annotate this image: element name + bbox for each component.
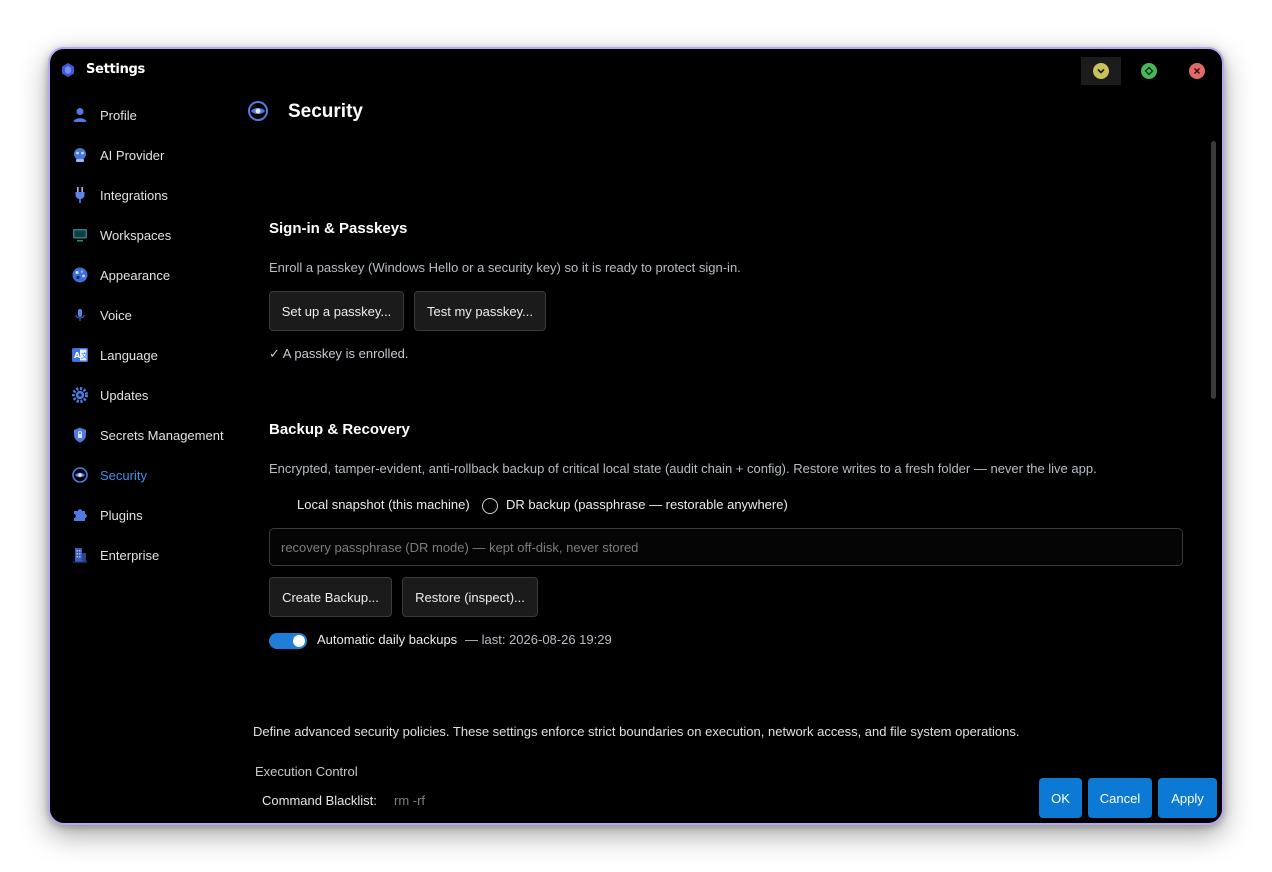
settings-window: Settings Profile AI Provider Integration… xyxy=(48,47,1224,825)
sidebar-item-security[interactable]: Security xyxy=(60,455,240,495)
ok-button[interactable]: OK xyxy=(1039,778,1082,818)
sidebar-item-voice[interactable]: Voice xyxy=(60,295,240,335)
page-title: Security xyxy=(288,101,363,122)
command-blacklist-label: Command Blacklist: xyxy=(262,793,377,808)
auto-backup-toggle[interactable] xyxy=(269,633,307,649)
test-passkey-button[interactable]: Test my passkey... xyxy=(414,291,546,331)
apply-button[interactable]: Apply xyxy=(1158,778,1217,818)
security-icon xyxy=(70,465,90,485)
sidebar-item-integrations[interactable]: Integrations xyxy=(60,175,240,215)
content-area: Security Sign-in & Passkeys Enroll a pas… xyxy=(246,95,1206,815)
backup-description: Encrypted, tamper-evident, anti-rollback… xyxy=(269,461,1097,476)
content-scrollbar[interactable] xyxy=(1211,141,1216,399)
sidebar-item-profile[interactable]: Profile xyxy=(60,95,240,135)
backup-section-title: Backup & Recovery xyxy=(269,421,410,438)
sidebar-item-secrets-management[interactable]: Secrets Management xyxy=(60,415,240,455)
app-logo-icon xyxy=(62,63,74,77)
close-button[interactable] xyxy=(1177,57,1217,85)
passkey-status: ✓ A passkey is enrolled. xyxy=(269,346,409,361)
maximize-button[interactable] xyxy=(1129,57,1169,85)
microphone-icon xyxy=(70,305,90,325)
command-blacklist-value[interactable]: rm -rf xyxy=(394,793,425,808)
last-backup-timestamp: — last: 2026-08-26 19:29 xyxy=(465,632,612,647)
execution-control-title: Execution Control xyxy=(255,764,358,779)
signin-description: Enroll a passkey (Windows Hello or a sec… xyxy=(269,260,741,275)
monitor-icon xyxy=(70,225,90,245)
gear-icon xyxy=(70,385,90,405)
window-title: Settings xyxy=(86,62,145,77)
translate-icon: A文 xyxy=(70,345,90,365)
minimize-button[interactable] xyxy=(1081,57,1121,85)
diamond-icon xyxy=(1141,63,1157,79)
sidebar-item-plugins[interactable]: Plugins xyxy=(60,495,240,535)
building-icon xyxy=(70,545,90,565)
dr-backup-radio[interactable] xyxy=(482,498,498,514)
policies-description: Define advanced security policies. These… xyxy=(253,724,1020,739)
security-icon xyxy=(248,101,268,121)
plug-icon xyxy=(70,185,90,205)
local-snapshot-option[interactable]: Local snapshot (this machine) xyxy=(297,497,470,512)
create-backup-button[interactable]: Create Backup... xyxy=(269,577,392,617)
sidebar-item-workspaces[interactable]: Workspaces xyxy=(60,215,240,255)
restore-inspect-button[interactable]: Restore (inspect)... xyxy=(402,577,538,617)
sidebar-item-language[interactable]: A文 Language xyxy=(60,335,240,375)
user-icon xyxy=(70,105,90,125)
sidebar-item-ai-provider[interactable]: AI Provider xyxy=(60,135,240,175)
svg-text:文: 文 xyxy=(81,351,88,360)
puzzle-icon xyxy=(70,505,90,525)
title-bar: Settings xyxy=(50,49,1222,91)
svg-text:A: A xyxy=(74,351,81,360)
cancel-button[interactable]: Cancel xyxy=(1088,778,1152,818)
close-icon xyxy=(1189,63,1205,79)
palette-icon xyxy=(70,265,90,285)
ai-provider-icon xyxy=(70,145,90,165)
sidebar-item-appearance[interactable]: Appearance xyxy=(60,255,240,295)
passphrase-input[interactable]: recovery passphrase (DR mode) — kept off… xyxy=(269,528,1183,566)
sidebar: Profile AI Provider Integrations Workspa… xyxy=(60,95,240,575)
setup-passkey-button[interactable]: Set up a passkey... xyxy=(269,291,404,331)
dr-backup-option[interactable]: DR backup (passphrase — restorable anywh… xyxy=(506,497,788,512)
sidebar-item-enterprise[interactable]: Enterprise xyxy=(60,535,240,575)
chevron-down-icon xyxy=(1093,63,1109,79)
shield-lock-icon xyxy=(70,425,90,445)
signin-section-title: Sign-in & Passkeys xyxy=(269,220,408,237)
sidebar-item-updates[interactable]: Updates xyxy=(60,375,240,415)
auto-backup-label: Automatic daily backups xyxy=(317,632,458,647)
